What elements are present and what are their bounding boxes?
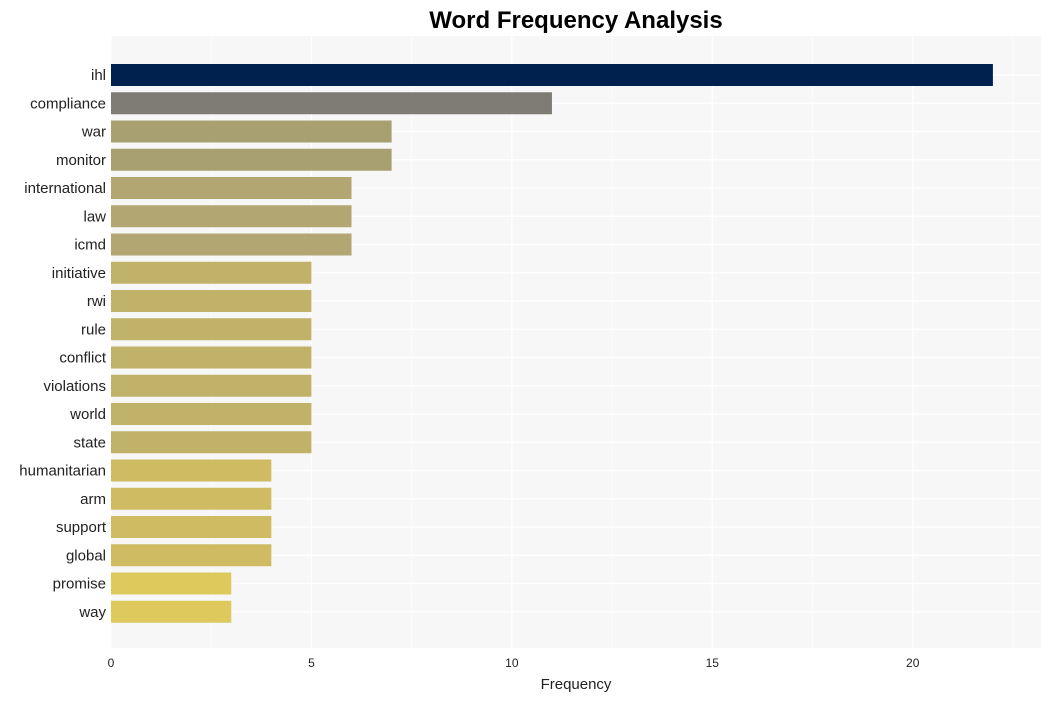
y-tick-label: arm	[80, 491, 106, 508]
y-tick-label: humanitarian	[19, 463, 106, 480]
y-tick-label: compliance	[30, 95, 106, 112]
x-tick-label: 5	[308, 656, 315, 670]
x-tick-label: 15	[706, 656, 720, 670]
bar-humanitarian	[111, 459, 272, 482]
bar-international	[111, 177, 352, 199]
x-tick-label: 10	[505, 656, 519, 670]
x-axis-label: Frequency	[541, 676, 612, 693]
y-tick-label: ihl	[91, 67, 106, 84]
y-tick-label: global	[66, 547, 106, 564]
bar-global	[111, 544, 272, 567]
bar-rwi	[111, 290, 312, 312]
y-tick-label: monitor	[56, 152, 106, 169]
bar-arm	[111, 487, 272, 510]
x-tick-label: 20	[906, 656, 920, 670]
y-tick-label: rwi	[87, 293, 106, 310]
y-tick-label: violations	[43, 378, 106, 395]
y-tick-label: conflict	[59, 350, 107, 367]
y-tick-label: initiative	[52, 265, 106, 282]
y-tick-labels: ihl compliance war monitor international law i…	[19, 67, 107, 621]
bar-icmd	[111, 233, 352, 256]
x-tick-label: 0	[108, 656, 115, 670]
y-tick-label: law	[83, 208, 106, 225]
bar-violations	[111, 374, 312, 397]
bar-law	[111, 205, 352, 228]
bar-world	[111, 403, 312, 425]
y-tick-label: promise	[53, 576, 106, 593]
y-tick-label: way	[78, 604, 106, 621]
bar-state	[111, 431, 312, 454]
bar-rule	[111, 318, 312, 341]
y-tick-label: rule	[81, 321, 106, 338]
x-tick-labels: 0 5 10 15 20	[108, 656, 920, 670]
y-tick-label: world	[69, 406, 106, 423]
y-tick-label: icmd	[74, 237, 106, 254]
y-tick-label: war	[81, 124, 106, 141]
bar-way	[111, 600, 232, 623]
bar-promise	[111, 572, 232, 595]
bar-support	[111, 516, 272, 538]
bar-ihl	[111, 64, 993, 86]
bar-conflict	[111, 346, 312, 369]
chart-title: Word Frequency Analysis	[429, 7, 722, 34]
word-frequency-chart: ihl compliance war monitor international law i…	[19, 7, 1041, 693]
y-tick-label: state	[73, 434, 106, 451]
bar-monitor	[111, 148, 392, 171]
y-tick-label: international	[24, 180, 106, 197]
bar-initiative	[111, 261, 312, 284]
bar-war	[111, 120, 392, 143]
y-tick-label: support	[56, 519, 107, 536]
bar-compliance	[111, 92, 552, 115]
